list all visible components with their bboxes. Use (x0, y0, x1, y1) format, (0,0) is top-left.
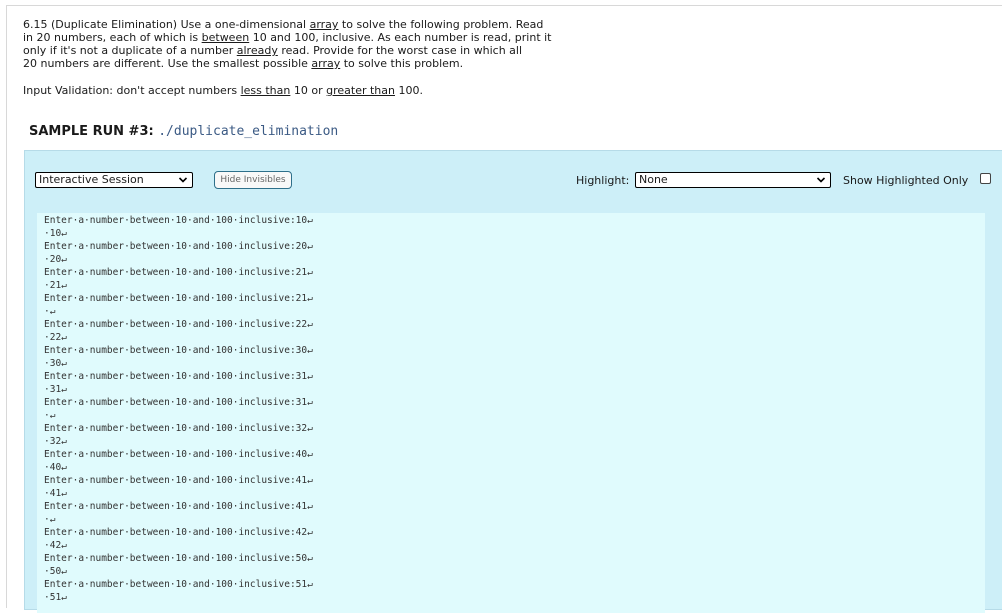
show-highlighted-only-checkbox[interactable] (980, 173, 991, 184)
underlined-term: array (311, 57, 341, 70)
console-line: ·42↵ (44, 540, 67, 551)
problem-text: in 20 numbers, each of which is (23, 31, 202, 44)
console-line: Enter·a·number·between·10·and·100·inclus… (44, 553, 313, 564)
console-line: Enter·a·number·between·10·and·100·inclus… (44, 579, 313, 590)
validation-middle: 10 or (290, 84, 327, 97)
underlined-term: already (236, 44, 278, 57)
console-line: ·50↵ (44, 566, 67, 577)
console-line: Enter·a·number·between·10·and·100·inclus… (44, 527, 313, 538)
console-line: ·32↵ (44, 436, 67, 447)
problem-text: to solve the following problem. Read (338, 18, 544, 31)
problem-text: 10 and 100, inclusive. As each number is… (249, 31, 552, 44)
less-than-link: less than (240, 84, 291, 97)
console-line: ·↵ (44, 410, 56, 421)
console-line: ·↵ (44, 514, 56, 525)
problem-statement: 6.15 (Duplicate Elimination) Use a one-d… (23, 18, 583, 70)
sample-run-label: SAMPLE RUN #3: (29, 124, 159, 139)
validation-suffix: 100. (394, 84, 423, 97)
console-line: ·51↵ (44, 592, 67, 603)
console-line: Enter·a·number·between·10·and·100·inclus… (44, 501, 313, 512)
console-line: ·↵ (44, 306, 56, 317)
underlined-term: between (201, 31, 250, 44)
console-line: ·40↵ (44, 462, 67, 473)
sample-run-command: ./duplicate_elimination (158, 124, 339, 139)
console-lines: Enter·a·number·between·10·and·100·inclus… (44, 214, 313, 604)
chevron-down-icon (816, 177, 826, 183)
interactive-session-panel: Interactive Session Hide Invisibles High… (24, 150, 1002, 613)
console-line: Enter·a·number·between·10·and·100·inclus… (44, 319, 313, 330)
console-line: Enter·a·number·between·10·and·100·inclus… (44, 371, 313, 382)
console-line: Enter·a·number·between·10·and·100·inclus… (44, 449, 313, 460)
console-line: ·22↵ (44, 332, 67, 343)
chevron-down-icon (178, 177, 188, 183)
greater-than-link: greater than (326, 84, 395, 97)
console-line: Enter·a·number·between·10·and·100·inclus… (44, 397, 313, 408)
problem-text: 20 numbers are different. Use the smalle… (23, 57, 312, 70)
console-line: Enter·a·number·between·10·and·100·inclus… (44, 423, 313, 434)
session-select-value: Interactive Session (39, 173, 144, 186)
console-line: Enter·a·number·between·10·and·100·inclus… (44, 345, 313, 356)
console-line: ·10↵ (44, 228, 67, 239)
session-type-select[interactable]: Interactive Session (35, 172, 193, 188)
console-line: ·41↵ (44, 488, 67, 499)
console-line: Enter·a·number·between·10·and·100·inclus… (44, 267, 313, 278)
console-line: ·21↵ (44, 280, 67, 291)
show-highlighted-only-label: Show Highlighted Only (843, 174, 969, 187)
problem-text: read. Provide for the worst case in whic… (277, 44, 523, 57)
highlight-label: Highlight: (576, 174, 630, 187)
console-line: Enter·a·number·between·10·and·100·inclus… (44, 215, 313, 226)
highlight-select[interactable]: None (635, 172, 831, 188)
highlight-select-value: None (639, 173, 668, 186)
console-line: ·31↵ (44, 384, 67, 395)
sample-run-heading: SAMPLE RUN #3: ./duplicate_elimination (29, 124, 338, 139)
problem-text: only if it's not a duplicate of a number (23, 44, 237, 57)
hide-invisibles-button[interactable]: Hide Invisibles (214, 171, 292, 189)
console-line: ·20↵ (44, 254, 67, 265)
underlined-term: array (309, 18, 339, 31)
problem-text: to solve this problem. (340, 57, 464, 70)
console-line: ·30↵ (44, 358, 67, 369)
console-line: Enter·a·number·between·10·and·100·inclus… (44, 293, 313, 304)
console-output: Enter·a·number·between·10·and·100·inclus… (37, 213, 985, 613)
validation-prefix: Input Validation: don't accept numbers (23, 84, 241, 97)
console-line: Enter·a·number·between·10·and·100·inclus… (44, 475, 313, 486)
input-validation-note: Input Validation: don't accept numbers l… (23, 84, 423, 97)
problem-text: 6.15 (Duplicate Elimination) Use a one-d… (23, 18, 310, 31)
console-line: Enter·a·number·between·10·and·100·inclus… (44, 241, 313, 252)
